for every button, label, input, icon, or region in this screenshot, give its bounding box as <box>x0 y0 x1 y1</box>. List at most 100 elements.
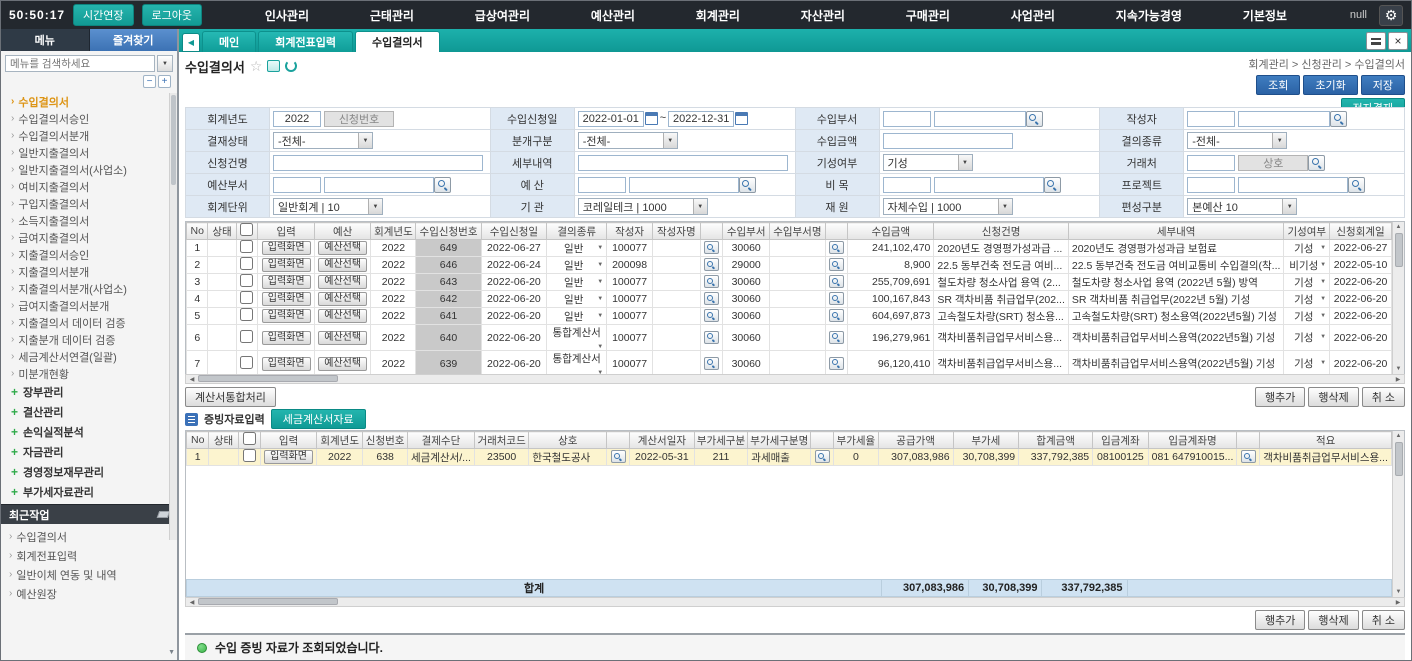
column-header[interactable]: 거래처코드 <box>474 432 528 449</box>
table-row[interactable]: 1입력화면예산선택20226492022-06-27일반▼10007730060… <box>187 240 1392 257</box>
table-row[interactable]: 7입력화면예산선택20226392022-06-20통합계산서▼10007730… <box>187 351 1392 375</box>
recent-item[interactable]: ›회계전표입력 <box>9 546 177 565</box>
column-header[interactable]: 상태 <box>208 223 236 240</box>
column-header[interactable]: 결제수단 <box>407 432 474 449</box>
cell-button[interactable]: 예산선택 <box>318 309 367 323</box>
search-button[interactable] <box>1241 450 1256 463</box>
column-header[interactable]: 수입부서명 <box>770 223 825 240</box>
sidebar-item[interactable]: ›수입결의서 <box>11 93 177 110</box>
cell-button[interactable]: 입력화면 <box>262 357 311 371</box>
sidebar-group[interactable]: +결산관리 <box>11 402 177 422</box>
column-header[interactable] <box>700 223 723 240</box>
recent-item[interactable]: ›일반이체 연동 및 내역 <box>9 565 177 584</box>
sidebar-item[interactable]: ›수입결의서승인 <box>11 110 177 127</box>
sidebar-item[interactable]: ›지출결의서분개(사업소) <box>11 280 177 297</box>
menu-item[interactable]: 지속가능경영 <box>1110 7 1188 24</box>
column-header[interactable]: 부가세구분 <box>694 432 748 449</box>
approval-state-select[interactable]: -전체-▼ <box>273 132 373 149</box>
select-all-checkbox[interactable] <box>240 223 253 236</box>
cell-button[interactable]: 입력화면 <box>262 241 311 255</box>
collapse-all-button[interactable]: − <box>143 75 156 88</box>
column-header[interactable]: 수입금액 <box>848 223 934 240</box>
sidebar-tab-menu[interactable]: 메뉴 <box>1 29 90 51</box>
cell-select[interactable]: 기성▼ <box>1284 240 1330 257</box>
row-checkbox[interactable] <box>240 274 253 287</box>
column-header[interactable]: 기성여부 <box>1284 223 1330 240</box>
horizontal-scrollbar[interactable]: ◀▶ <box>185 597 1405 607</box>
column-header[interactable]: 신청건명 <box>934 223 1068 240</box>
sidebar-item[interactable]: ›급여지출결의서분개 <box>11 297 177 314</box>
column-header[interactable]: 회계년도 <box>317 432 363 449</box>
column-header[interactable]: 예산 <box>314 223 371 240</box>
row-checkbox[interactable] <box>240 240 253 253</box>
income-amount-input[interactable] <box>883 133 1013 149</box>
cell-select[interactable]: 통합계산서▼ <box>547 325 607 351</box>
sidebar-item[interactable]: ›급여지출결의서 <box>11 229 177 246</box>
sidebar-item[interactable]: ›구입지출결의서 <box>11 195 177 212</box>
writer-code-input[interactable] <box>1187 111 1235 127</box>
extend-time-button[interactable]: 시간연장 <box>73 4 133 26</box>
vertical-scrollbar[interactable]: ▲▼ <box>1392 222 1404 374</box>
search-button[interactable] <box>704 275 719 288</box>
sidebar-scroll-down-icon[interactable]: ▼ <box>168 649 175 656</box>
table-row[interactable]: 4입력화면예산선택20226422022-06-20일반▼10007730060… <box>187 291 1392 308</box>
sidebar-group[interactable]: +손익실적분석 <box>11 422 177 442</box>
tab-list-button[interactable] <box>1366 32 1386 50</box>
vertical-scrollbar[interactable]: ▲▼ <box>1392 431 1404 597</box>
row-checkbox[interactable] <box>240 356 253 369</box>
budget-dept-name-input[interactable] <box>324 177 434 193</box>
save-button[interactable]: 저장 <box>1361 75 1405 95</box>
date-from-input[interactable] <box>578 111 644 127</box>
cell-button[interactable]: 입력화면 <box>262 309 311 323</box>
select-all-header[interactable] <box>236 223 258 240</box>
search-button[interactable] <box>815 450 830 463</box>
tab-close-button[interactable]: × <box>1388 32 1408 50</box>
cancel-button[interactable]: 취 소 <box>1362 610 1405 630</box>
project-code-input[interactable] <box>1187 177 1235 193</box>
menu-item[interactable]: 자산관리 <box>795 7 851 24</box>
column-header[interactable]: 작성자명 <box>653 223 701 240</box>
cell-button[interactable]: 입력화면 <box>262 275 311 289</box>
horizontal-scrollbar[interactable]: ◀▶ <box>185 374 1405 384</box>
income-dept-name-input[interactable] <box>934 111 1026 127</box>
add-row-button[interactable]: 행추가 <box>1255 387 1305 407</box>
search-button[interactable] <box>829 357 844 370</box>
search-button[interactable] <box>829 309 844 322</box>
delete-row-button[interactable]: 행삭제 <box>1308 610 1358 630</box>
sidebar-item[interactable]: ›세금계산서연결(일괄) <box>11 348 177 365</box>
column-header[interactable]: 회계년도 <box>371 223 416 240</box>
sidebar-item[interactable]: ›지출결의서승인 <box>11 246 177 263</box>
menu-item[interactable]: 인사관리 <box>259 7 315 24</box>
bimok-name-input[interactable] <box>934 177 1044 193</box>
writer-name-input[interactable] <box>1238 111 1330 127</box>
cell-select[interactable]: 기성▼ <box>1284 274 1330 291</box>
reset-button[interactable]: 초기화 <box>1303 75 1357 95</box>
income-dept-search-button[interactable] <box>1026 111 1043 127</box>
menu-item[interactable]: 급상여관리 <box>469 7 536 24</box>
document-tab[interactable]: 회계전표입력 <box>258 31 353 52</box>
column-header[interactable]: No <box>187 223 208 240</box>
column-header[interactable]: 신청번호 <box>363 432 408 449</box>
search-button[interactable] <box>829 258 844 271</box>
menu-item[interactable]: 근태관리 <box>364 7 420 24</box>
budget-name-input[interactable] <box>629 177 739 193</box>
org-select[interactable]: 코레일테크 | 1000▼ <box>578 198 708 215</box>
decision-type-select[interactable]: -전체-▼ <box>1187 132 1287 149</box>
document-tab[interactable]: 수입결의서 <box>355 31 440 52</box>
menu-search-input[interactable] <box>5 55 155 72</box>
tax-invoice-button[interactable]: 세금계산서자료 <box>271 409 366 429</box>
cell-select[interactable]: 일반▼ <box>547 257 607 274</box>
screen-icon[interactable] <box>267 60 280 72</box>
column-header[interactable]: 계산서일자 <box>630 432 695 449</box>
column-header[interactable]: 결의종류 <box>547 223 607 240</box>
bunkae-select[interactable]: -전체-▼ <box>578 132 678 149</box>
budget-dept-search-button[interactable] <box>434 177 451 193</box>
refresh-icon[interactable] <box>285 60 297 72</box>
column-header[interactable]: 적요 <box>1260 432 1392 449</box>
menu-item[interactable]: 사업관리 <box>1005 7 1061 24</box>
cell-button[interactable]: 입력화면 <box>262 258 311 272</box>
search-button[interactable] <box>829 241 844 254</box>
cell-select[interactable]: 일반▼ <box>547 240 607 257</box>
sidebar-tab-favorites[interactable]: 즐겨찾기 <box>90 29 178 51</box>
column-header[interactable]: 공급가액 <box>878 432 953 449</box>
